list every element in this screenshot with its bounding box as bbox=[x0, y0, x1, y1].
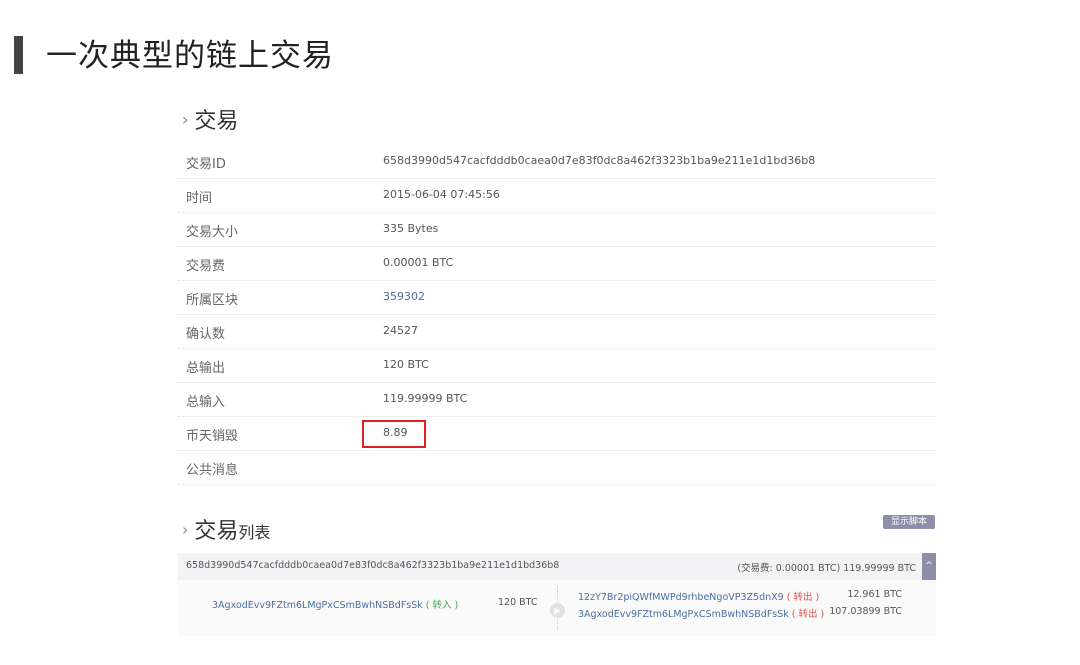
info-value: 335 Bytes bbox=[383, 222, 439, 235]
info-row-public-message: 公共消息 bbox=[178, 451, 936, 485]
info-label: 币天销毁 bbox=[186, 429, 239, 444]
output-address-link[interactable]: 12zY7Br2piQWfMWPd9rhbeNgoVP3Z5dnX9 bbox=[578, 592, 784, 603]
info-label: 交易大小 bbox=[186, 225, 239, 240]
tx-header: 658d3990d547cacfdddb0caea0d7e83f0dc8a462… bbox=[178, 553, 922, 580]
chevron-up-icon: ^ bbox=[925, 561, 933, 571]
info-row-coin-days-destroyed: 币天销毁 8.89 bbox=[178, 417, 936, 451]
output-address: 12zY7Br2piQWfMWPd9rhbeNgoVP3Z5dnX9 ( 转出 … bbox=[578, 589, 819, 603]
tx-fee-summary: (交易费: 0.00001 BTC) 119.99999 BTC bbox=[737, 563, 916, 574]
info-label: 交易费 bbox=[186, 259, 226, 274]
output-address: 3AgxodEvv9FZtm6LMgPxCSmBwhNSBdFsSk ( 转出 … bbox=[578, 606, 824, 620]
info-label: 总输出 bbox=[186, 361, 226, 376]
chevron-right-icon: › bbox=[182, 110, 189, 129]
input-address-link[interactable]: 3AgxodEvv9FZtm6LMgPxCSmBwhNSBdFsSk bbox=[212, 600, 423, 611]
chevron-right-icon: › bbox=[182, 520, 189, 539]
info-label: 交易ID bbox=[186, 157, 226, 172]
info-row-size: 交易大小 335 Bytes bbox=[178, 213, 936, 247]
info-row-confirmations: 确认数 24527 bbox=[178, 315, 936, 349]
collapse-button[interactable]: ^ bbox=[922, 553, 936, 580]
info-row-txid: 交易ID 658d3990d547cacfdddb0caea0d7e83f0dc… bbox=[178, 145, 936, 179]
output-amount: 12.961 BTC bbox=[847, 589, 902, 600]
info-value: 0.00001 BTC bbox=[383, 256, 454, 269]
arrow-right-icon: ▶ bbox=[550, 603, 565, 618]
output-amount: 107.03899 BTC bbox=[829, 606, 902, 617]
section-title-main: 交易 bbox=[194, 519, 239, 544]
info-row-total-input: 总输入 119.99999 BTC bbox=[178, 383, 936, 417]
info-label: 确认数 bbox=[186, 327, 226, 342]
info-label: 时间 bbox=[186, 191, 213, 206]
info-label: 总输入 bbox=[186, 395, 226, 410]
title-accent-bar bbox=[14, 36, 23, 74]
input-address: 3AgxodEvv9FZtm6LMgPxCSmBwhNSBdFsSk ( 转入 … bbox=[212, 597, 458, 611]
tx-hash-link[interactable]: 658d3990d547cacfdddb0caea0d7e83f0dc8a462… bbox=[186, 560, 559, 571]
output-tag: ( 转出 ) bbox=[791, 609, 825, 620]
output-address-link[interactable]: 3AgxodEvv9FZtm6LMgPxCSmBwhNSBdFsSk bbox=[578, 609, 789, 620]
info-value: 120 BTC bbox=[383, 358, 429, 371]
tx-detail: 3AgxodEvv9FZtm6LMgPxCSmBwhNSBdFsSk ( 转入 … bbox=[178, 580, 936, 636]
highlight-box bbox=[362, 420, 426, 448]
info-label: 所属区块 bbox=[186, 293, 239, 308]
info-row-total-output: 总输出 120 BTC bbox=[178, 349, 936, 383]
block-link[interactable]: 359302 bbox=[383, 290, 425, 303]
show-script-button[interactable]: 显示脚本 bbox=[883, 515, 935, 529]
info-row-time: 时间 2015-06-04 07:45:56 bbox=[178, 179, 936, 213]
info-value: 119.99999 BTC bbox=[383, 392, 468, 405]
tx-list-section-heading: › 交易列表 bbox=[182, 513, 270, 545]
info-value: 658d3990d547cacfdddb0caea0d7e83f0dc8a462… bbox=[383, 154, 816, 167]
transaction-section-heading: › 交易 bbox=[182, 103, 238, 135]
section-title: 交易 bbox=[194, 109, 239, 134]
info-label: 公共消息 bbox=[186, 463, 239, 478]
info-value: 2015-06-04 07:45:56 bbox=[383, 188, 500, 201]
info-row-block: 所属区块 359302 bbox=[178, 281, 936, 315]
slide-title: 一次典型的链上交易 bbox=[46, 38, 334, 74]
section-title-sub: 列表 bbox=[238, 523, 271, 542]
input-amount: 120 BTC bbox=[498, 597, 538, 608]
info-row-fee: 交易费 0.00001 BTC bbox=[178, 247, 936, 281]
transaction-info-table: 交易ID 658d3990d547cacfdddb0caea0d7e83f0dc… bbox=[178, 145, 936, 485]
input-tag: ( 转入 ) bbox=[425, 600, 459, 611]
output-tag: ( 转出 ) bbox=[786, 592, 820, 603]
info-value: 24527 bbox=[383, 324, 418, 337]
